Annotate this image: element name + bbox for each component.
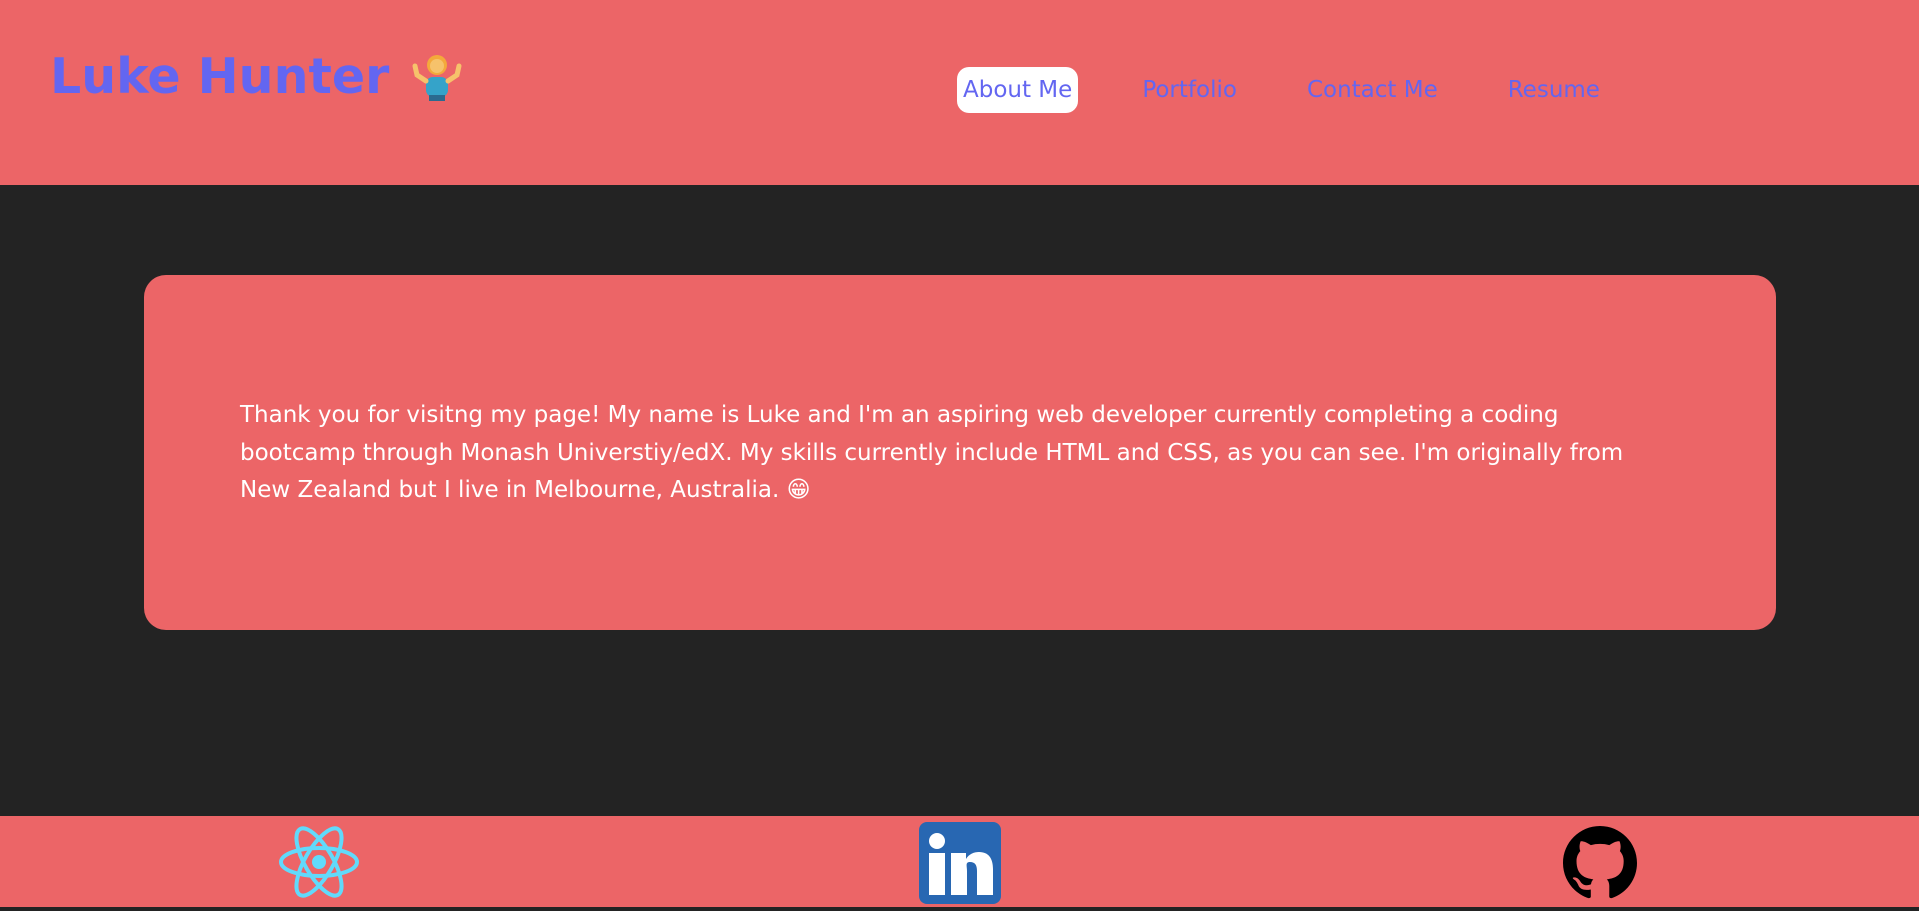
react-icon[interactable] <box>278 824 360 900</box>
nav-resume[interactable]: Resume <box>1502 67 1606 113</box>
about-text: Thank you for visitng my page! My name i… <box>240 402 1624 503</box>
nav-portfolio[interactable]: Portfolio <box>1136 67 1243 113</box>
github-icon[interactable] <box>1563 826 1637 900</box>
nav-contact-me[interactable]: Contact Me <box>1301 67 1444 113</box>
person-shrugging-icon <box>412 55 462 101</box>
linkedin-icon[interactable] <box>919 822 1001 904</box>
brand-title[interactable]: Luke Hunter <box>50 46 389 108</box>
nav-about-me[interactable]: About Me <box>957 67 1079 113</box>
main-nav: About Me Portfolio Contact Me Resume <box>957 67 1606 113</box>
site-footer <box>0 816 1919 907</box>
brand: Luke Hunter <box>50 46 463 108</box>
about-card: Thank you for visitng my page! My name i… <box>144 275 1776 630</box>
site-header: Luke Hunter About Me Portfolio Contact M… <box>0 0 1919 185</box>
